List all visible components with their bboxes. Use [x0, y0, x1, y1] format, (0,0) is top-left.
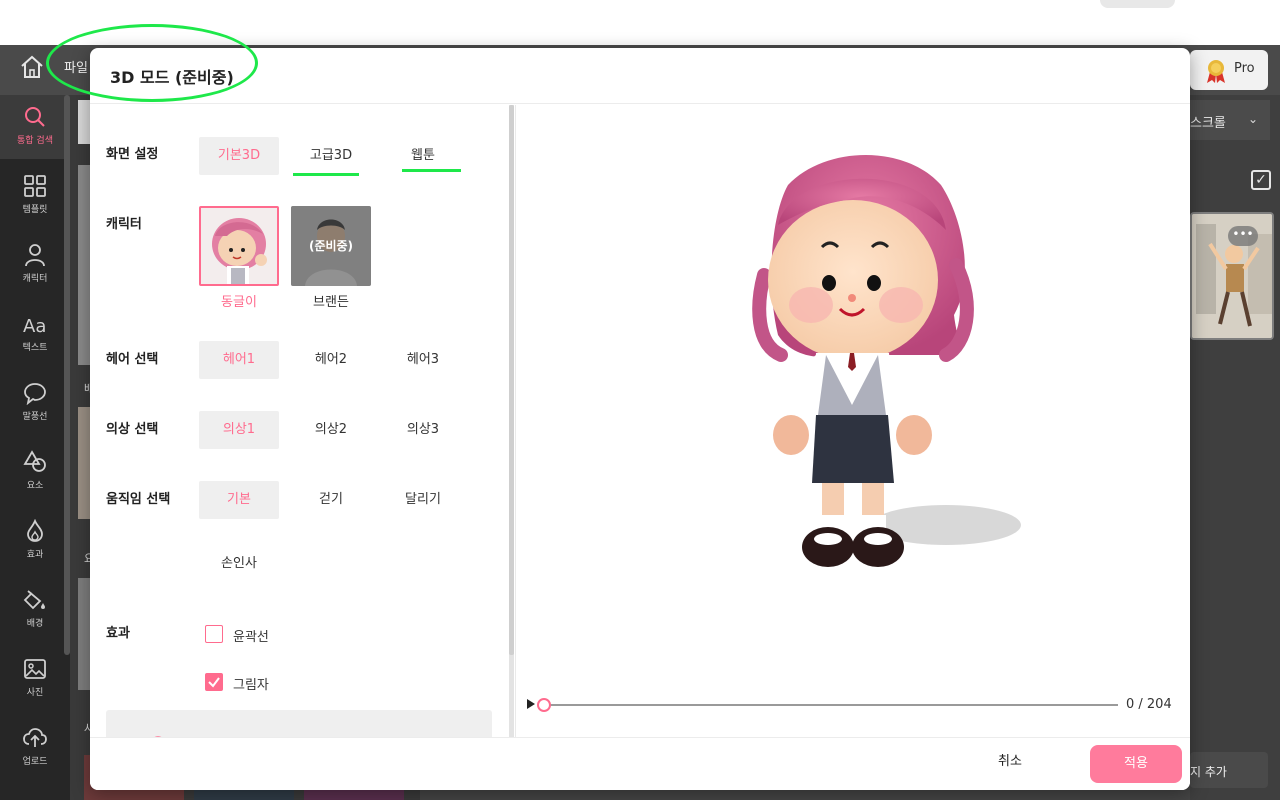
flame-icon: [27, 519, 43, 542]
hair-option-1[interactable]: 헤어1: [199, 341, 279, 379]
dialog-footer: 취소 적용: [90, 737, 1190, 790]
sidebar-item-effects[interactable]: 효과: [0, 509, 70, 573]
add-page-button[interactable]: 지 추가: [1190, 752, 1268, 788]
character-name-donggeuli: 동글이: [221, 295, 257, 310]
preparing-overlay: (준비중): [291, 206, 371, 286]
character-thumbnail: [212, 218, 267, 284]
sidebar-item-upload[interactable]: 업로드: [0, 716, 70, 780]
shadow-checkbox[interactable]: [205, 673, 223, 691]
sidebar-item-photo[interactable]: 사진: [0, 647, 70, 711]
character-name-brandon: 브랜든: [313, 295, 349, 310]
sidebar-item-label: 사진: [26, 688, 44, 698]
paint-bucket-icon: [23, 590, 45, 610]
hair-option-3[interactable]: 헤어3: [383, 341, 463, 379]
screen-setting-label: 화면 설정: [106, 147, 159, 162]
sidebar-item-label: 말풍선: [22, 412, 48, 422]
scroll-mode-select[interactable]: 스크롤 ⌄: [1190, 100, 1270, 140]
motion-option-walk[interactable]: 걷기: [291, 481, 371, 519]
sidebar-item-character[interactable]: 캐릭터: [0, 233, 70, 297]
page-select-checkbox[interactable]: ✓: [1251, 170, 1271, 190]
sidebar-item-background[interactable]: 배경: [0, 578, 70, 642]
character-card-donggeuli[interactable]: [199, 206, 279, 286]
sidebar-item-label: 배경: [26, 619, 44, 629]
pro-label: Pro: [1234, 61, 1255, 76]
sidebar-item-search[interactable]: 통합 검색: [0, 95, 70, 159]
screen-option-advanced3d[interactable]: 고급3D: [291, 137, 371, 175]
shadow-checkbox-label: 그림자: [233, 678, 269, 693]
sidebar-item-label: 요소: [26, 481, 44, 491]
more-icon[interactable]: •••: [1228, 226, 1258, 246]
settings-scrollbar[interactable]: [509, 105, 514, 737]
pro-button[interactable]: Pro: [1190, 50, 1268, 90]
sidebar-item-speech-bubble[interactable]: 말풍선: [0, 371, 70, 435]
screen-option-basic3d[interactable]: 기본3D: [199, 137, 279, 175]
cancel-button[interactable]: 취소: [998, 747, 1022, 777]
sidebar-item-label: 텍스트: [22, 343, 48, 353]
outfit-option-2[interactable]: 의상2: [291, 411, 371, 449]
chevron-down-icon: ⌄: [1248, 112, 1259, 126]
character-card-brandon[interactable]: (준비중): [291, 206, 371, 286]
3d-preview: [515, 105, 1190, 737]
motion-select-label: 움직임 선택: [106, 492, 171, 507]
text-icon: Aa: [23, 316, 46, 336]
annotation-underline: [293, 173, 359, 176]
speech-bubble-icon: [24, 383, 46, 405]
sidebar-item-template[interactable]: 템플릿: [0, 164, 70, 228]
timeline-track[interactable]: [540, 704, 1118, 706]
scroll-mode-label: 스크롤: [1190, 116, 1226, 131]
outline-checkbox-label: 윤곽선: [233, 630, 269, 645]
annotation-ellipse: [46, 24, 258, 102]
outfit-option-1[interactable]: 의상1: [199, 411, 279, 449]
sidebar-scrollbar[interactable]: [64, 95, 70, 655]
upload-cloud-icon: [23, 728, 47, 747]
left-sidebar: 통합 검색 템플릿 캐릭터 Aa 텍스트 말풍선 요소 효과 배경 사진 업로드: [0, 95, 70, 800]
medal-icon: [1204, 58, 1228, 84]
scrollbar-thumb[interactable]: [509, 105, 514, 655]
apply-button[interactable]: 적용: [1090, 745, 1182, 783]
effect-label: 효과: [106, 626, 130, 641]
hair-option-2[interactable]: 헤어2: [291, 341, 371, 379]
character-label: 캐릭터: [106, 217, 142, 232]
sidebar-item-label: 캐릭터: [22, 274, 48, 284]
sidebar-item-label: 통합 검색: [17, 136, 53, 146]
3d-mode-dialog: 3D 모드 (준비중) 화면 설정 기본3D 고급3D 웹툰 캐릭터 동글이 (…: [90, 48, 1190, 790]
sidebar-item-label: 업로드: [22, 757, 48, 767]
outline-checkbox[interactable]: [205, 625, 223, 643]
grid-icon: [24, 175, 46, 197]
person-icon: [25, 244, 45, 267]
checkmark-icon: [208, 677, 220, 688]
frame-counter: 0 / 204: [1126, 697, 1172, 712]
motion-option-wave[interactable]: 손인사: [199, 545, 279, 583]
sidebar-item-label: 템플릿: [22, 205, 48, 215]
page-panel: [1190, 95, 1280, 800]
home-icon[interactable]: [18, 53, 46, 81]
settings-extra-card: [106, 710, 492, 737]
character-3d-model: [752, 155, 1021, 567]
svg-text:Aa: Aa: [23, 316, 46, 336]
hair-select-label: 헤어 선택: [106, 352, 159, 367]
search-icon: [25, 107, 45, 127]
outfit-option-3[interactable]: 의상3: [383, 411, 463, 449]
outfit-select-label: 의상 선택: [106, 422, 159, 437]
annotation-underline: [402, 169, 461, 172]
sidebar-item-elements[interactable]: 요소: [0, 440, 70, 504]
motion-option-run[interactable]: 달리기: [383, 481, 463, 519]
add-page-label: 지 추가: [1190, 765, 1227, 779]
timeline-handle[interactable]: [537, 698, 551, 712]
shapes-icon: [23, 450, 46, 472]
photo-icon: [24, 659, 46, 679]
top-bar-tab-shadow: [1100, 0, 1175, 8]
play-icon[interactable]: [527, 699, 535, 709]
motion-option-basic[interactable]: 기본: [199, 481, 279, 519]
sidebar-item-label: 효과: [26, 550, 44, 560]
sidebar-item-text[interactable]: Aa 텍스트: [0, 302, 70, 366]
settings-panel: 화면 설정 기본3D 고급3D 웹툰 캐릭터 동글이 (준비중) 브랜든 헤어 …: [90, 105, 508, 737]
